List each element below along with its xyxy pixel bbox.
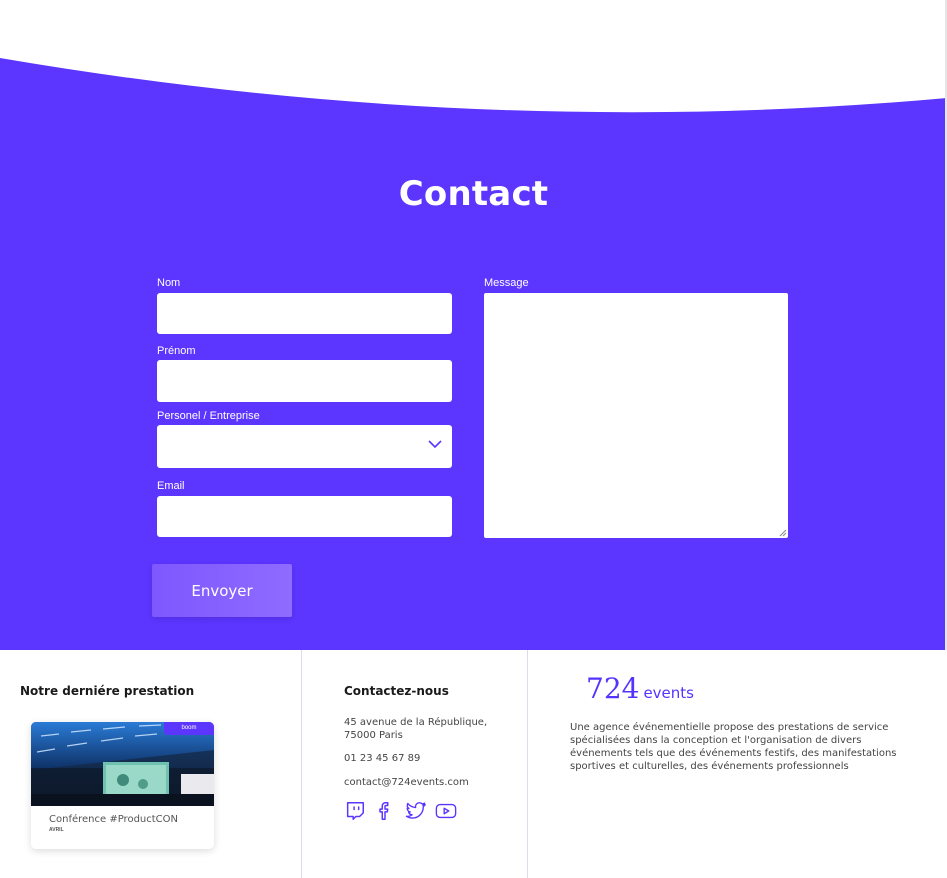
nom-input[interactable] [157, 293, 452, 334]
phone-number: 01 23 45 67 89 [344, 753, 421, 764]
nom-label: Nom [157, 277, 181, 289]
prenom-label: Prénom [157, 345, 196, 357]
address-line-1: 45 avenue de la République, [344, 717, 488, 728]
card-badge: boom [164, 722, 214, 735]
card-date: AVRIL [49, 827, 64, 833]
type-label: Personel / Entreprise [157, 410, 260, 422]
brand-word: events [643, 684, 694, 702]
youtube-icon[interactable] [434, 800, 457, 822]
address-line-2: 75000 Paris [344, 730, 403, 741]
brand-description: Une agence événementielle propose des pr… [570, 722, 897, 772]
prestation-heading: Notre derniére prestation [20, 684, 195, 698]
contact-heading: Contactez-nous [344, 684, 449, 698]
prenom-field[interactable] [157, 360, 452, 402]
resize-grip-icon[interactable] [779, 529, 787, 537]
email-field[interactable] [157, 496, 452, 537]
email-label: Email [157, 480, 185, 492]
twitch-icon[interactable] [344, 800, 366, 822]
footer-divider [527, 650, 528, 878]
twitter-icon[interactable] [404, 800, 426, 822]
message-textarea[interactable] [484, 293, 788, 538]
brand-logo[interactable]: 724 events [586, 672, 694, 705]
message-label: Message [484, 277, 529, 289]
contact-section [0, 0, 947, 650]
type-select[interactable] [157, 425, 452, 468]
prenom-input[interactable] [157, 360, 452, 402]
purple-wave-background [0, 58, 947, 650]
nom-field[interactable] [157, 293, 452, 334]
send-button[interactable]: Envoyer [152, 564, 292, 617]
card-title: Conférence #ProductCON [49, 814, 179, 825]
chevron-down-icon[interactable] [428, 439, 442, 449]
footer-divider [301, 650, 302, 878]
brand-number: 724 [586, 672, 640, 705]
page-title: Contact [398, 174, 549, 214]
facebook-icon[interactable] [374, 800, 396, 822]
email-input[interactable] [157, 496, 452, 537]
prestation-card[interactable]: boom Conférence #ProductCON AVRIL [31, 722, 214, 849]
contact-email[interactable]: contact@724events.com [344, 777, 469, 789]
social-links [344, 800, 457, 824]
